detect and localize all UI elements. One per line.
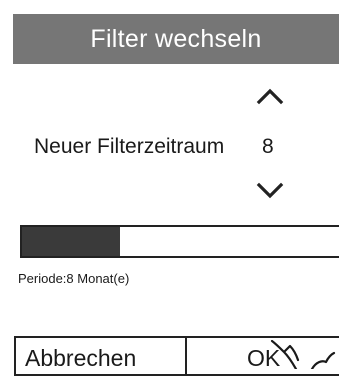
filter-period-value: 8 — [262, 135, 274, 158]
cancel-button[interactable]: Abbrechen — [14, 336, 187, 376]
dialog-title: Filter wechseln — [13, 14, 339, 64]
filter-period-progress-bar — [20, 225, 339, 258]
hand-cursor-icon — [270, 340, 336, 369]
chevron-up-icon[interactable] — [254, 85, 286, 107]
chevron-down-icon[interactable] — [254, 180, 286, 202]
filter-period-label: Neuer Filterzeitraum — [34, 135, 225, 158]
progress-bar-fill — [22, 227, 121, 256]
period-status-text: Periode:8 Monat(e) — [18, 271, 130, 286]
filter-change-screen: Filter wechseln Neuer Filterzeitraum 8 P… — [0, 0, 339, 376]
